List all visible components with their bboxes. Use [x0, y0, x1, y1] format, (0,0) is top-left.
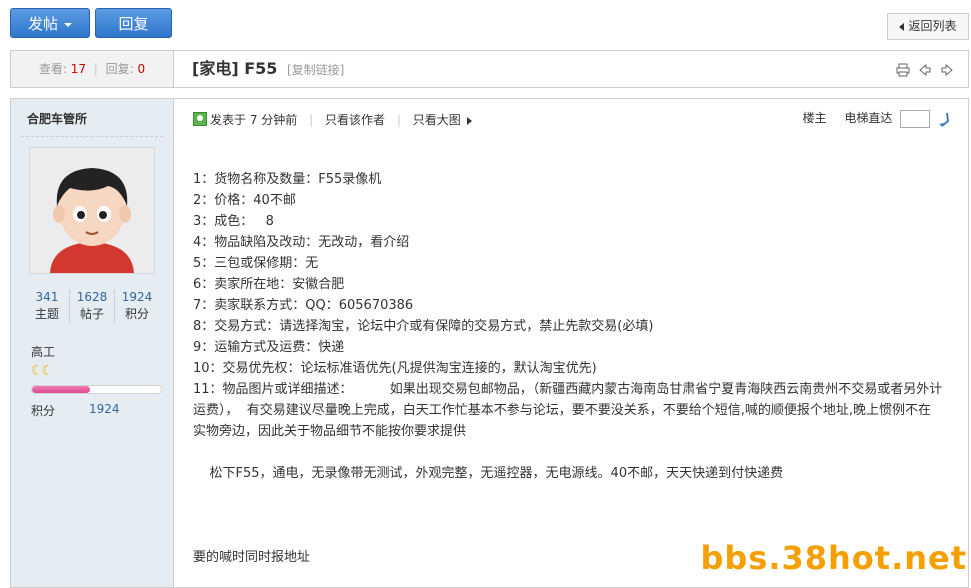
post-body: 1：货物名称及数量：F55录像机 2：价格：40不邮 3：成色： 8 4：物品缺陷及改… [193, 169, 943, 568]
avatar[interactable] [29, 147, 155, 274]
thread-tools [892, 63, 954, 77]
next-thread-icon[interactable] [940, 63, 954, 77]
reply-label: 回复 [118, 15, 149, 33]
caret-down-icon [64, 22, 72, 27]
stat-threads-value: 341 [35, 290, 59, 304]
post-line: 1：货物名称及数量：F55录像机 [193, 172, 382, 187]
post-line: 松下F55，通电，无录像带无测试，外观完整，无遥控器，无电源线。40不邮，天天快… [193, 466, 784, 481]
previous-thread-icon[interactable] [918, 63, 932, 77]
site-watermark: bbs.38hot.net [700, 539, 967, 577]
stat-threads-label: 主题 [34, 307, 59, 321]
author-panel: 合肥车管所 341 主题 1628 帖子 1924 积分 高工 ☾☾ 积分 19… [11, 99, 174, 587]
credit-label: 积分 [31, 404, 56, 418]
thread-title-text: [家电] F55 [192, 59, 278, 78]
credit-progress-fill [32, 386, 91, 393]
stat-credits[interactable]: 1924 积分 [114, 289, 159, 323]
post-line: 8：交易方式：请选择淘宝，论坛中介或有保障的交易方式，禁止先款交易(必填) [193, 319, 654, 334]
stat-posts[interactable]: 1628 帖子 [69, 289, 114, 323]
author-name[interactable]: 合肥车管所 [27, 110, 87, 127]
post-meta: 发表于 7 分钟前 | 只看该作者 | 只看大图 [193, 111, 472, 128]
play-icon [466, 116, 472, 125]
stats-divider: | [93, 62, 98, 76]
views-count: 17 [70, 62, 86, 76]
user-group[interactable]: 高工 [31, 343, 55, 360]
stat-posts-value: 1628 [76, 290, 108, 304]
post-line [193, 505, 943, 526]
replies-label: 回复: [105, 62, 134, 76]
thread-header: 查看: 17 | 回复: 0 [家电] F55 [复制链接] [10, 50, 969, 88]
big-image-link[interactable]: 只看大图 [413, 113, 461, 127]
stat-credits-label: 积分 [124, 307, 149, 321]
post-line: 7：卖家联系方式：QQ：605670386 [193, 298, 414, 313]
posted-time: 发表于 7 分钟前 [210, 113, 298, 127]
post-line: 2：价格：40不邮 [193, 193, 296, 208]
post-line: 6：卖家所在地：安徽合肥 [193, 277, 345, 292]
stat-posts-label: 帖子 [79, 307, 104, 321]
post-line [193, 484, 943, 505]
user-stats: 341 主题 1628 帖子 1924 积分 [25, 289, 159, 323]
replies-count: 0 [137, 62, 146, 76]
only-author-link[interactable]: 只看该作者 [325, 113, 385, 127]
rank-moon-icon: ☾☾ [31, 363, 54, 379]
online-status-icon [193, 112, 207, 126]
thread-title: [家电] F55 [复制链接] [192, 51, 344, 88]
triangle-left-icon [899, 22, 905, 31]
stat-credits-value: 1924 [121, 290, 153, 304]
jump-go-icon[interactable] [938, 112, 952, 127]
stat-threads[interactable]: 341 主题 [25, 289, 69, 323]
post-content-area: 发表于 7 分钟前 | 只看该作者 | 只看大图 楼主 电梯直达 1：货物名称及… [174, 99, 968, 587]
new-post-label: 发帖 [27, 15, 58, 33]
views-label: 查看: [38, 62, 67, 76]
post: 合肥车管所 341 主题 1628 帖子 1924 积分 高工 ☾☾ 积分 19… [10, 98, 969, 588]
back-to-list-button[interactable]: 返回列表 [887, 13, 969, 40]
avatar-image [30, 148, 154, 273]
print-icon[interactable] [896, 63, 910, 77]
post-line: 3：成色： 8 [193, 214, 274, 229]
author-divider [21, 136, 163, 137]
jump-label: 电梯直达 [844, 111, 893, 125]
reply-button[interactable]: 回复 [95, 8, 172, 38]
credit-progress-bar [31, 385, 162, 394]
post-line: 5：三包或保修期：无 [193, 256, 319, 271]
thread-stats: 查看: 17 | 回复: 0 [11, 51, 174, 87]
post-line: 9：运输方式及运费：快递 [193, 340, 345, 355]
floor-jump-input[interactable] [900, 109, 931, 128]
credit-value: 1924 [89, 402, 120, 416]
floor-tools: 楼主 电梯直达 [802, 109, 952, 128]
meta-divider: | [396, 113, 401, 127]
post-line: 4：物品缺陷及改动：无改动，看介绍 [193, 235, 410, 250]
floor-label: 楼主 [802, 111, 827, 125]
post-line: 10：交易优先权：论坛标准语优先(凡提供淘宝连接的，默认淘宝优先) [193, 361, 597, 376]
back-to-list-label: 返回列表 [908, 19, 957, 33]
copy-link[interactable]: [复制链接] [287, 63, 344, 77]
post-line: 11：物品图片或详细描述： 如果出现交易包邮物品，（新疆西藏内蒙古海南岛甘肃省宁… [193, 382, 943, 439]
meta-divider: | [309, 113, 314, 127]
new-post-button[interactable]: 发帖 [10, 8, 90, 38]
post-line [193, 442, 943, 463]
